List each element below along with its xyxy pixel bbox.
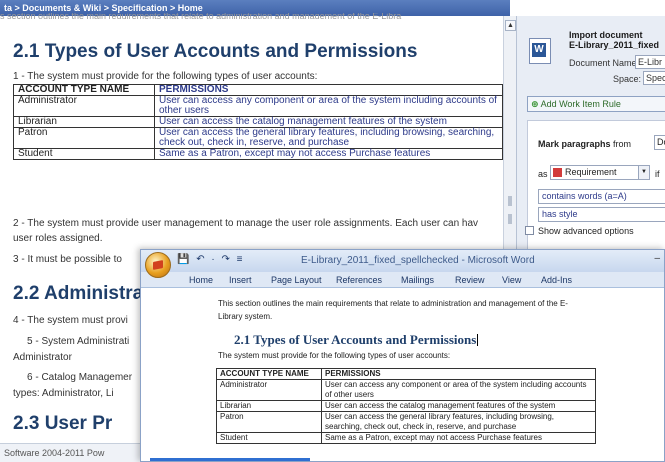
cell-permissions: User can access any component or area of…: [154, 95, 503, 117]
requirement-1[interactable]: 1 - The system must provide for the foll…: [13, 71, 503, 82]
condition-has-style[interactable]: has style: [538, 207, 665, 222]
table-row: Student Same as a Patron, except may not …: [216, 432, 596, 444]
cell-permissions: User can access any component or area of…: [321, 379, 596, 401]
tab-view[interactable]: View: [502, 275, 521, 285]
scroll-up-arrow-icon[interactable]: ▲: [505, 20, 516, 31]
cell-account-type: Librarian: [13, 116, 155, 128]
requirement-type-select[interactable]: Requirement ▼: [550, 165, 650, 180]
tab-add-ins[interactable]: Add-Ins: [541, 275, 572, 285]
tab-insert[interactable]: Insert: [229, 275, 252, 285]
tab-review[interactable]: Review: [455, 275, 485, 285]
cell-account-type: Patron: [13, 127, 155, 149]
word-lead-text: The system must provide for the followin…: [218, 351, 451, 360]
req-text: - System Administrati: [32, 336, 130, 347]
space-label: Space:: [613, 74, 642, 84]
ribbon-tabs: Home Insert Page Layout References Maili…: [141, 272, 664, 288]
requirement-icon: [553, 168, 562, 177]
req-text: - The system must provide user managemen…: [18, 218, 479, 229]
if-label: if: [655, 169, 660, 179]
mark-paragraphs-label: Mark paragraphs from: [538, 139, 632, 149]
requirement-2-cont: user roles assigned.: [13, 233, 103, 244]
advanced-checkbox[interactable]: [525, 226, 534, 235]
word-intro-line: This section outlines the main requireme…: [218, 299, 568, 308]
minimize-icon[interactable]: –: [654, 253, 660, 264]
requirement-2[interactable]: 2 - The system must provide user managem…: [13, 218, 503, 229]
req-text: - The system must provide for the follow…: [18, 71, 318, 82]
taskbar-highlight: [150, 458, 310, 461]
col-header-account-type: ACCOUNT TYPE NAME: [13, 84, 155, 96]
cell-permissions: User can access the general library feat…: [154, 127, 503, 149]
cell-account-type: Student: [13, 148, 155, 160]
cell-permissions: User can access the general library feat…: [321, 411, 596, 433]
col-header-permissions: PERMISSIONS: [154, 84, 503, 96]
account-types-table: ACCOUNT TYPE NAME PERMISSIONS Administra…: [13, 84, 503, 160]
table-header-row: ACCOUNT TYPE NAME PERMISSIONS: [216, 368, 596, 380]
table-row: Administrator User can access any compone…: [13, 95, 503, 117]
document-name-field[interactable]: E-Libr: [635, 55, 665, 69]
tab-page-layout[interactable]: Page Layout: [271, 275, 322, 285]
cell-permissions: Same as a Patron, except may not access …: [154, 148, 503, 160]
cell-account-type: Student: [216, 432, 322, 444]
word-account-types-table: ACCOUNT TYPE NAME PERMISSIONS Administra…: [216, 368, 596, 444]
document-name-label: Document Name:: [569, 58, 640, 68]
word-window[interactable]: 💾 ↶ · ↷ ≡ E-Library_2011_fixed_spellchec…: [140, 249, 665, 462]
word-title-bar[interactable]: 💾 ↶ · ↷ ≡ E-Library_2011_fixed_spellchec…: [141, 250, 664, 278]
cell-account-type: Administrator: [13, 95, 155, 117]
cell-permissions: Same as a Patron, except may not access …: [321, 432, 596, 444]
splitter-grip-icon[interactable]: [508, 214, 512, 224]
status-bar: Software 2004-2011 Pow: [0, 443, 140, 462]
tab-home[interactable]: Home: [189, 275, 213, 285]
quick-access-toolbar[interactable]: 💾 ↶ · ↷ ≡: [177, 254, 245, 265]
text-cursor: [477, 334, 479, 346]
req-text: - The system must provi: [18, 315, 128, 326]
splitter-grip-icon[interactable]: [508, 196, 512, 206]
show-advanced-options[interactable]: Show advanced options: [525, 226, 634, 236]
table-row: Administrator User can access any compone…: [216, 379, 596, 401]
req-text: - It must be possible to: [18, 254, 122, 265]
word-section-heading: 2.1 Types of User Accounts and Permissio…: [234, 332, 479, 347]
table-row: Student Same as a Patron, except may not …: [13, 148, 503, 160]
tab-mailings[interactable]: Mailings: [401, 275, 434, 285]
table-row: Patron User can access the general librar…: [216, 411, 596, 433]
word-window-title: E-Library_2011_fixed_spellchecked - Micr…: [301, 255, 535, 266]
import-title: Import document E-Library_2011_fixed: [569, 30, 660, 50]
plus-circle-icon: ⊕: [531, 99, 539, 109]
col-header-permissions: PERMISSIONS: [321, 368, 596, 380]
cell-account-type: Administrator: [216, 379, 322, 401]
word-intro-line: Library system.: [218, 312, 273, 321]
table-row: Librarian User can access the catalog man…: [13, 116, 503, 128]
table-row: Librarian User can access the catalog man…: [216, 400, 596, 412]
add-work-item-rule-button[interactable]: ⊕ Add Work Item Rule: [527, 96, 665, 112]
table-header-row: ACCOUNT TYPE NAME PERMISSIONS: [13, 84, 503, 96]
chevron-down-icon[interactable]: ▼: [638, 166, 649, 179]
cell-account-type: Patron: [216, 411, 322, 433]
word-document-page[interactable]: This section outlines the main requireme…: [141, 288, 664, 461]
cell-permissions: User can access the catalog management f…: [154, 116, 503, 128]
cell-account-type: Librarian: [216, 400, 322, 412]
tab-references[interactable]: References: [336, 275, 382, 285]
col-header-account-type: ACCOUNT TYPE NAME: [216, 368, 322, 380]
mark-from-select[interactable]: Doc: [654, 135, 665, 150]
req-text: - Catalog Managemer: [32, 372, 133, 383]
section-heading-2-1: 2.1 Types of User Accounts and Permissio…: [13, 41, 418, 62]
word-document-icon: [529, 38, 551, 64]
table-row: Patron User can access the general librar…: [13, 127, 503, 149]
as-label: as: [538, 169, 548, 179]
import-document-box: Import documentE-Library_2011_fixed Docu…: [523, 24, 665, 88]
cell-permissions: User can access the catalog management f…: [321, 400, 596, 412]
office-button-icon[interactable]: [145, 252, 171, 278]
condition-contains-words[interactable]: contains words (a=A): [538, 189, 665, 204]
space-select[interactable]: Spec: [643, 71, 665, 85]
